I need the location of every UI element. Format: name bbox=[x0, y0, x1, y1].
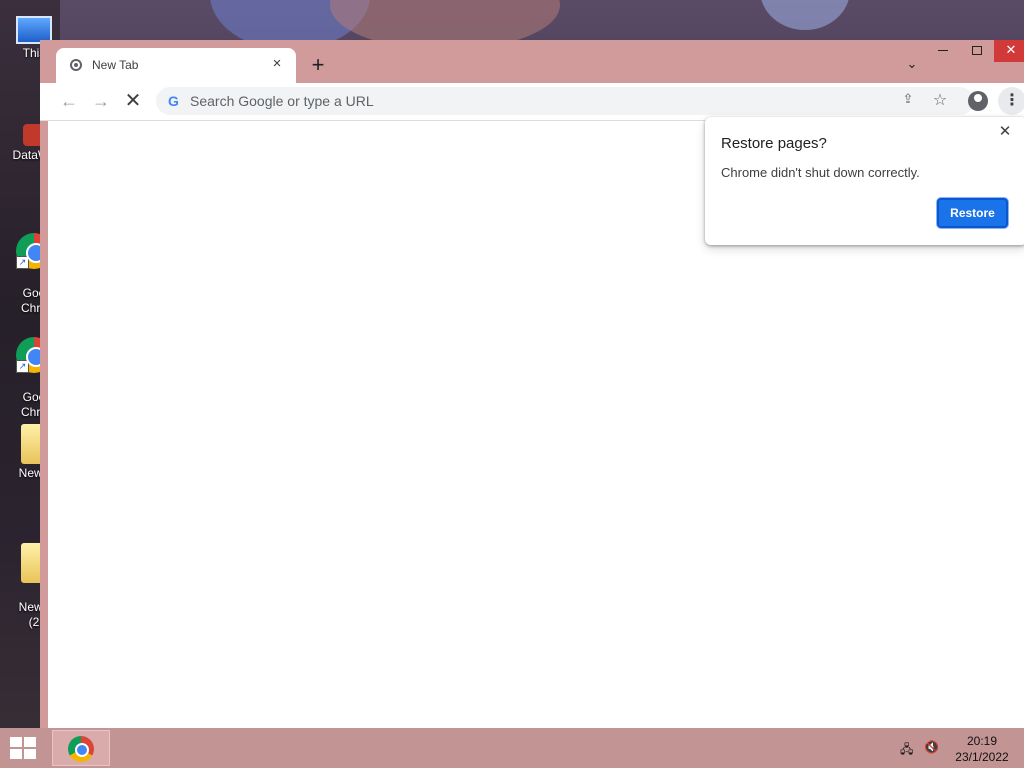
chrome-icon bbox=[68, 736, 94, 762]
kebab-menu-icon[interactable]: ⋮ bbox=[998, 87, 1024, 115]
tab-title: New Tab bbox=[92, 58, 139, 72]
restore-pages-dialog: Restore pages? Chrome didn't shut down c… bbox=[705, 117, 1024, 245]
volume-muted-icon[interactable]: 🔇 bbox=[924, 740, 940, 754]
new-tab-button[interactable]: + bbox=[306, 54, 330, 78]
taskbar: 🖧 🔇 20:19 23/1/2022 bbox=[0, 728, 1024, 768]
profile-avatar-icon[interactable] bbox=[968, 91, 988, 111]
stop-loading-icon[interactable]: ✕ bbox=[120, 89, 146, 113]
forward-arrow-icon[interactable]: → bbox=[88, 89, 114, 113]
minimize-button[interactable] bbox=[926, 40, 960, 62]
tab-search-chevron-icon[interactable]: ⌄ bbox=[902, 56, 922, 76]
taskbar-chrome-button[interactable] bbox=[52, 730, 110, 766]
windows-start-icon[interactable] bbox=[10, 737, 38, 759]
dialog-message: Chrome didn't shut down correctly. bbox=[721, 165, 920, 180]
wallpaper-shape bbox=[760, 0, 850, 30]
maximize-button[interactable] bbox=[960, 40, 994, 62]
bookmark-star-icon[interactable]: ☆ bbox=[930, 90, 950, 110]
dialog-close-icon[interactable]: ✕ bbox=[995, 122, 1015, 142]
shortcut-arrow-icon: ↗ bbox=[16, 360, 29, 373]
title-bar[interactable]: New Tab × + ⌄ ✕ bbox=[40, 40, 1024, 83]
close-window-button[interactable]: ✕ bbox=[994, 40, 1024, 62]
shortcut-arrow-icon: ↗ bbox=[16, 256, 29, 269]
url-input[interactable] bbox=[190, 91, 850, 111]
restore-button[interactable]: Restore bbox=[937, 198, 1008, 228]
new-tab-favicon-icon bbox=[70, 59, 82, 71]
share-icon[interactable]: ⇪ bbox=[898, 91, 918, 111]
tab-close-icon[interactable]: × bbox=[268, 55, 286, 73]
clock-time: 20:19 bbox=[966, 734, 998, 748]
google-icon: G bbox=[168, 93, 179, 109]
dialog-title: Restore pages? bbox=[721, 135, 827, 152]
toolbar: ← → ✕ G ⇪ ☆ ⋮ bbox=[40, 83, 1024, 121]
clock-date: 23/1/2022 bbox=[955, 750, 1009, 764]
back-arrow-icon[interactable]: ← bbox=[56, 89, 82, 113]
address-bar[interactable]: G ⇪ ☆ bbox=[156, 87, 974, 115]
system-clock[interactable]: 20:19 23/1/2022 bbox=[946, 733, 1018, 765]
tab-new-tab[interactable]: New Tab × bbox=[56, 48, 296, 83]
network-icon[interactable]: 🖧 bbox=[900, 740, 916, 756]
